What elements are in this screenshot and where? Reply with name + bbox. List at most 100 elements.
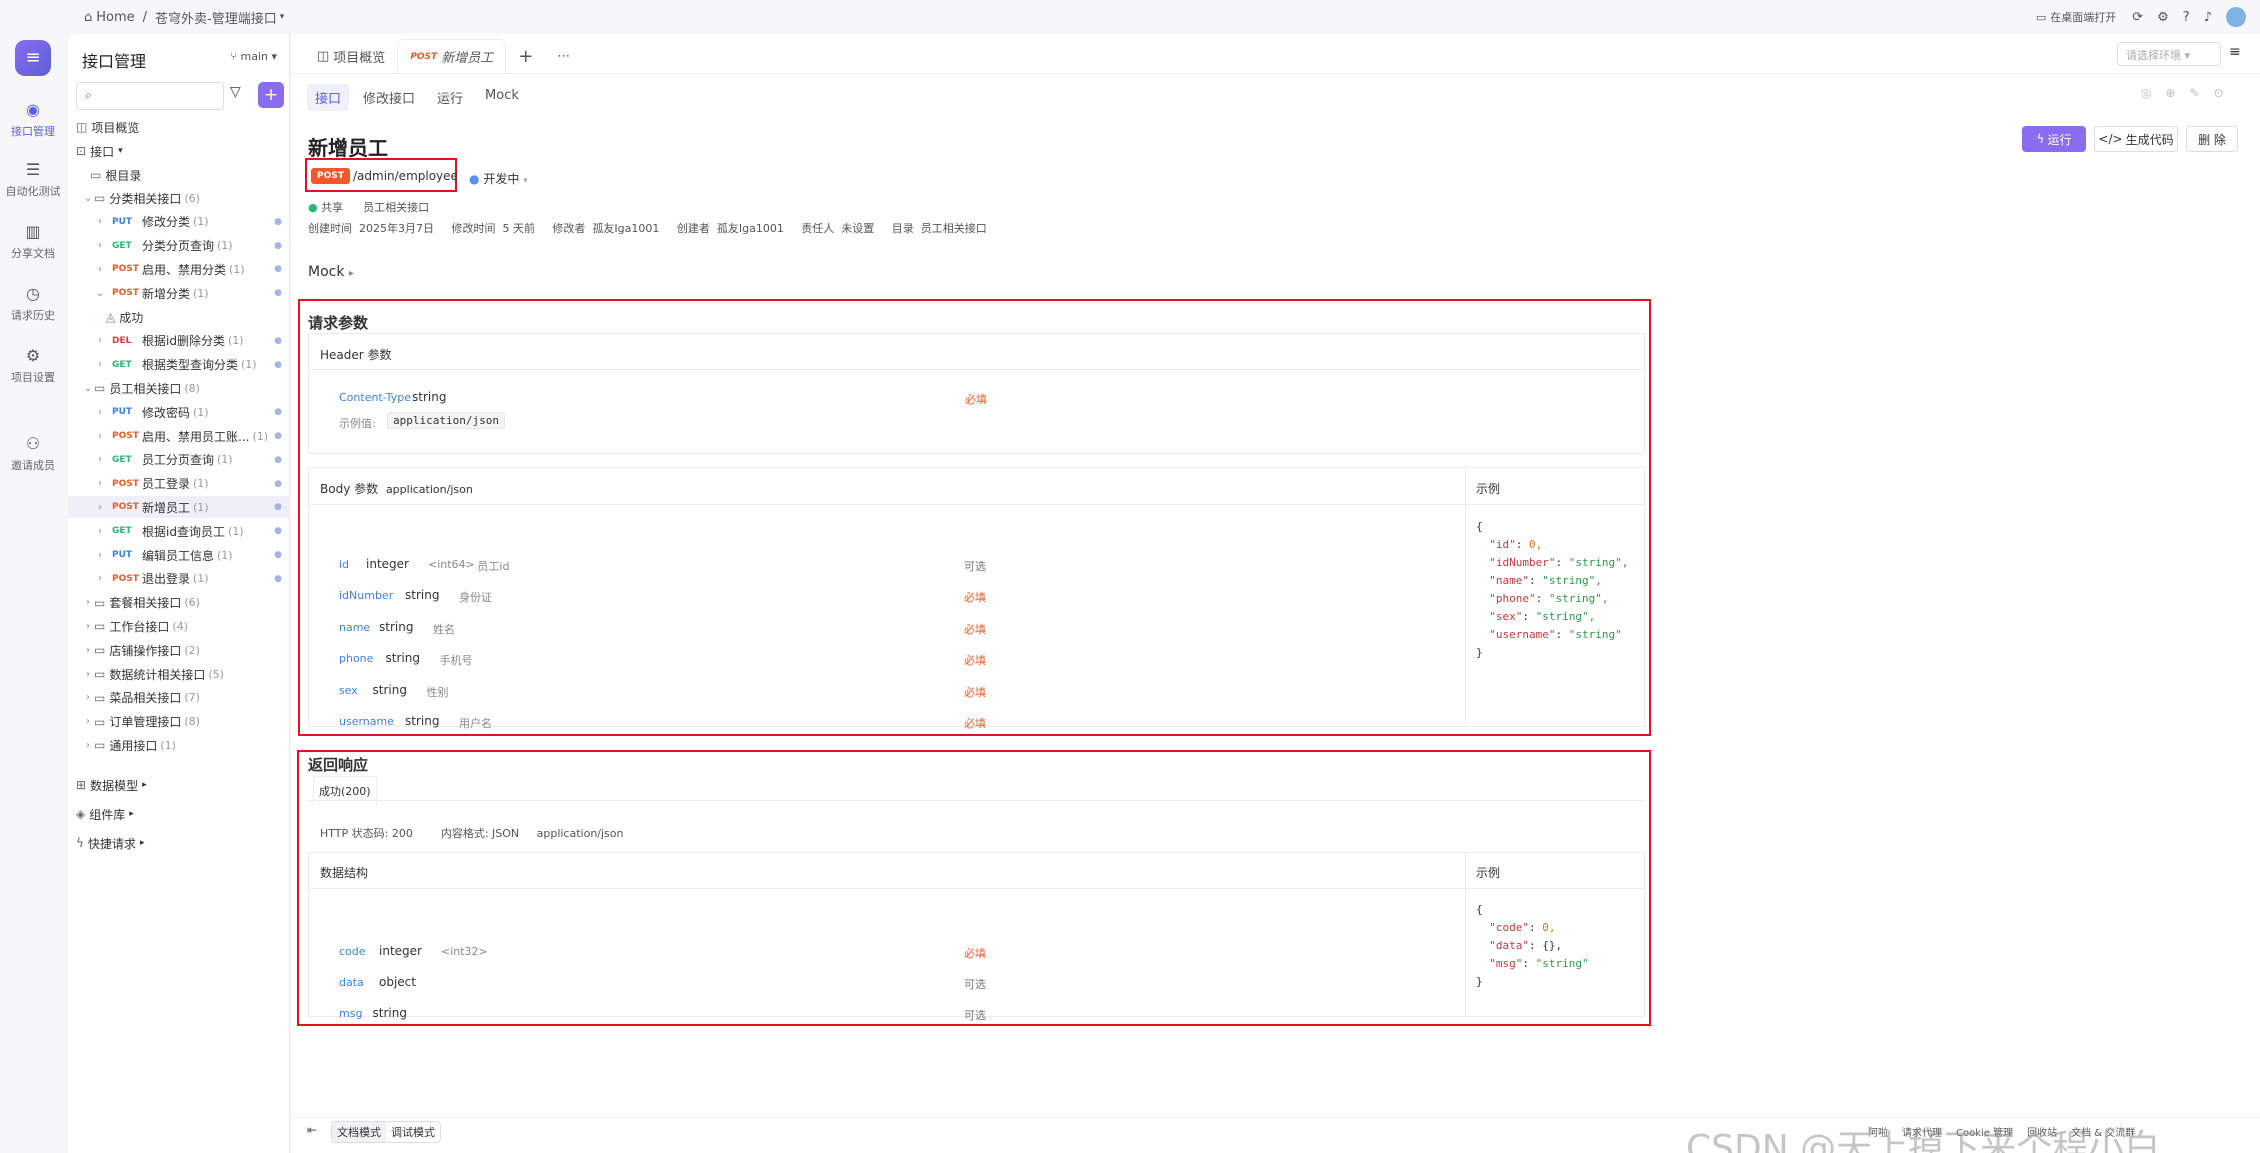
run-button[interactable]: ϟ 运行 bbox=[2022, 126, 2086, 152]
rail-item-automation[interactable]: ☰ 自动化测试 bbox=[0, 160, 66, 199]
sidebar-item-quick-request[interactable]: ϟ 快捷请求 ▸ bbox=[68, 832, 290, 854]
tree-label: 员工登录 bbox=[142, 477, 191, 492]
home-icon[interactable]: ⌂ bbox=[84, 10, 92, 25]
field-type: string bbox=[372, 1006, 407, 1020]
subtab-api[interactable]: 接口 bbox=[307, 84, 350, 111]
tree-api[interactable]: › GET 根据id查询员工 (1) ● bbox=[68, 520, 290, 542]
doc-mode-button[interactable]: 文档模式 bbox=[332, 1122, 386, 1142]
field-format: <int32> bbox=[441, 945, 488, 958]
open-desktop-link[interactable]: 在桌面端打开 bbox=[2050, 9, 2116, 25]
tree-folder[interactable]: › ▭ 通用接口 (1) bbox=[68, 734, 290, 756]
tree-case[interactable]: ◬ 成功 bbox=[68, 306, 290, 328]
status-badge[interactable]: ● 开发中 ▾ bbox=[469, 170, 528, 187]
tree-folder[interactable]: › ▭ 工作台接口 (4) bbox=[68, 615, 290, 637]
tree-api[interactable]: › POST 退出登录 (1) ● bbox=[68, 568, 290, 590]
tree-api[interactable]: ⌄ POST 新增分类 (1) ● bbox=[68, 282, 290, 304]
lightning-icon: ϟ bbox=[2036, 132, 2045, 146]
project-switcher[interactable]: 苍穹外卖-管理端接口 bbox=[155, 8, 277, 27]
folder-icon: ▭ bbox=[90, 168, 102, 182]
refresh-icon[interactable]: ⟳ bbox=[2132, 10, 2143, 25]
tree-api[interactable]: › POST 启用、禁用分类 (1) ● bbox=[68, 258, 290, 280]
chevron-right-icon: › bbox=[98, 240, 102, 252]
field-required: 可选 bbox=[964, 560, 986, 573]
tree-api[interactable]: › GET 根据类型查询分类 (1) ● bbox=[68, 354, 290, 376]
tree-folder[interactable]: › ▭ 菜品相关接口 (7) bbox=[68, 687, 290, 709]
field-type: string bbox=[385, 651, 420, 666]
new-tab-button[interactable]: + bbox=[506, 39, 545, 73]
chevron-down-icon[interactable]: ▾ bbox=[280, 12, 285, 22]
filter-button[interactable]: ▽ bbox=[230, 84, 241, 100]
tree-label: 工作台接口 bbox=[109, 619, 170, 634]
watermark: CSDN @天上掉下来个程小白 bbox=[1686, 1128, 2161, 1153]
tree-api[interactable]: › POST 员工登录 (1) ● bbox=[68, 473, 290, 495]
interface-icon: ⊡ bbox=[76, 144, 87, 158]
tree-api[interactable]: › PUT 编辑员工信息 (1) ● bbox=[68, 544, 290, 566]
subtab-mock[interactable]: Mock bbox=[477, 84, 527, 111]
method-tag: PUT bbox=[112, 550, 133, 560]
tree-label: 新增员工 bbox=[142, 500, 191, 515]
tree-count: (8) bbox=[184, 381, 200, 395]
sidebar-item-models[interactable]: ⊞ 数据模型 ▸ bbox=[68, 774, 290, 796]
tree-count: (6) bbox=[184, 596, 200, 610]
field-name: msg bbox=[339, 1007, 363, 1020]
response-tab-success[interactable]: 成功(200) bbox=[313, 776, 377, 807]
sidebar-item-interfaces[interactable]: ⊡ 接口 ▾ bbox=[68, 140, 290, 162]
tree-folder[interactable]: › ▭ 店铺操作接口 (2) bbox=[68, 639, 290, 661]
gear-icon[interactable]: ⚙ bbox=[2157, 10, 2169, 25]
sidebar-item-components[interactable]: ◈ 组件库 ▸ bbox=[68, 803, 290, 825]
debug-mode-button[interactable]: 调试模式 bbox=[386, 1122, 440, 1142]
add-button[interactable]: + bbox=[258, 82, 284, 108]
more-tabs-icon[interactable]: ⋯ bbox=[545, 39, 582, 73]
tree-api[interactable]: › POST 启用、禁用员工账... (1) ● bbox=[68, 425, 290, 447]
rail-item-settings[interactable]: ⚙ 项目设置 bbox=[0, 346, 66, 385]
rail-item-api[interactable]: ◉ 接口管理 bbox=[0, 100, 66, 139]
tree-count: (1) bbox=[252, 429, 269, 443]
sidebar-item-overview[interactable]: ◫ 项目概览 bbox=[68, 116, 290, 138]
rail-item-invite[interactable]: ⚇ 邀请成员 bbox=[0, 434, 66, 473]
help-icon[interactable]: ? bbox=[2183, 10, 2190, 25]
tree-folder[interactable]: ⌄ ▭ 员工相关接口 (8) bbox=[68, 377, 290, 399]
generate-code-button[interactable]: </> 生成代码 bbox=[2094, 126, 2178, 152]
menu-icon[interactable]: ≡ bbox=[2229, 44, 2241, 60]
code-line: "id": 0, bbox=[1489, 538, 1543, 551]
delete-button[interactable]: 删 除 bbox=[2186, 126, 2238, 152]
tree-folder[interactable]: ⌄ ▭ 分类相关接口 (6) bbox=[68, 187, 290, 209]
tree-folder[interactable]: › ▭ 数据统计相关接口 (5) bbox=[68, 663, 290, 685]
folder-icon: ▭ bbox=[94, 191, 106, 205]
subtab-edit[interactable]: 修改接口 bbox=[355, 84, 423, 111]
bell-icon[interactable]: ♪ bbox=[2204, 10, 2212, 25]
tree-count: (1) bbox=[193, 572, 209, 586]
home-link[interactable]: Home bbox=[96, 10, 134, 25]
rail-item-history[interactable]: ◷ 请求历史 bbox=[0, 284, 66, 323]
share-icon: ● bbox=[308, 201, 318, 214]
chevron-right-icon: › bbox=[98, 525, 102, 537]
search-input[interactable]: ⌕ bbox=[76, 82, 224, 110]
tab-current-api[interactable]: POST 新增员工 bbox=[397, 39, 507, 73]
status-dot-icon: ● bbox=[274, 359, 282, 370]
tab-overview[interactable]: ◫ 项目概览 bbox=[305, 39, 397, 73]
tree-api[interactable]: › PUT 修改分类 (1) ● bbox=[68, 211, 290, 233]
endpoint-path[interactable]: /admin/employee bbox=[353, 169, 458, 183]
collapse-sidebar-icon[interactable]: ⇤ bbox=[307, 1123, 317, 1137]
tree-count: (6) bbox=[184, 191, 200, 205]
subtab-run[interactable]: 运行 bbox=[429, 84, 471, 111]
tree-api[interactable]: › GET 分类分页查询 (1) ● bbox=[68, 235, 290, 257]
tree-label: 店铺操作接口 bbox=[109, 643, 182, 658]
mock-section-toggle[interactable]: Mock ▸ bbox=[308, 264, 354, 280]
tree-label: 新增分类 bbox=[142, 286, 191, 301]
rail-item-docs[interactable]: ▥ 分享文档 bbox=[0, 222, 66, 261]
chevron-right-icon: › bbox=[98, 573, 102, 585]
app-logo[interactable]: ≡ bbox=[15, 40, 51, 76]
tree-folder[interactable]: › ▭ 套餐相关接口 (6) bbox=[68, 592, 290, 614]
branch-switcher[interactable]: ⑂ main ▾ bbox=[230, 50, 277, 63]
tree-api[interactable]: › DEL 根据id删除分类 (1) ● bbox=[68, 330, 290, 352]
tree-api[interactable]: › PUT 修改密码 (1) ● bbox=[68, 401, 290, 423]
tree-api[interactable]: › POST 新增员工 (1) ● bbox=[68, 496, 290, 519]
status-dot-icon: ● bbox=[274, 573, 282, 584]
tree-folder[interactable]: › ▭ 订单管理接口 (8) bbox=[68, 711, 290, 733]
tree-api[interactable]: › GET 员工分页查询 (1) ● bbox=[68, 449, 290, 471]
method-tag: DEL bbox=[112, 335, 132, 346]
env-select[interactable]: 请选择环境 ▾ bbox=[2117, 42, 2221, 66]
avatar[interactable] bbox=[2226, 7, 2246, 27]
sidebar-item-root[interactable]: ▭ 根目录 bbox=[68, 164, 290, 186]
